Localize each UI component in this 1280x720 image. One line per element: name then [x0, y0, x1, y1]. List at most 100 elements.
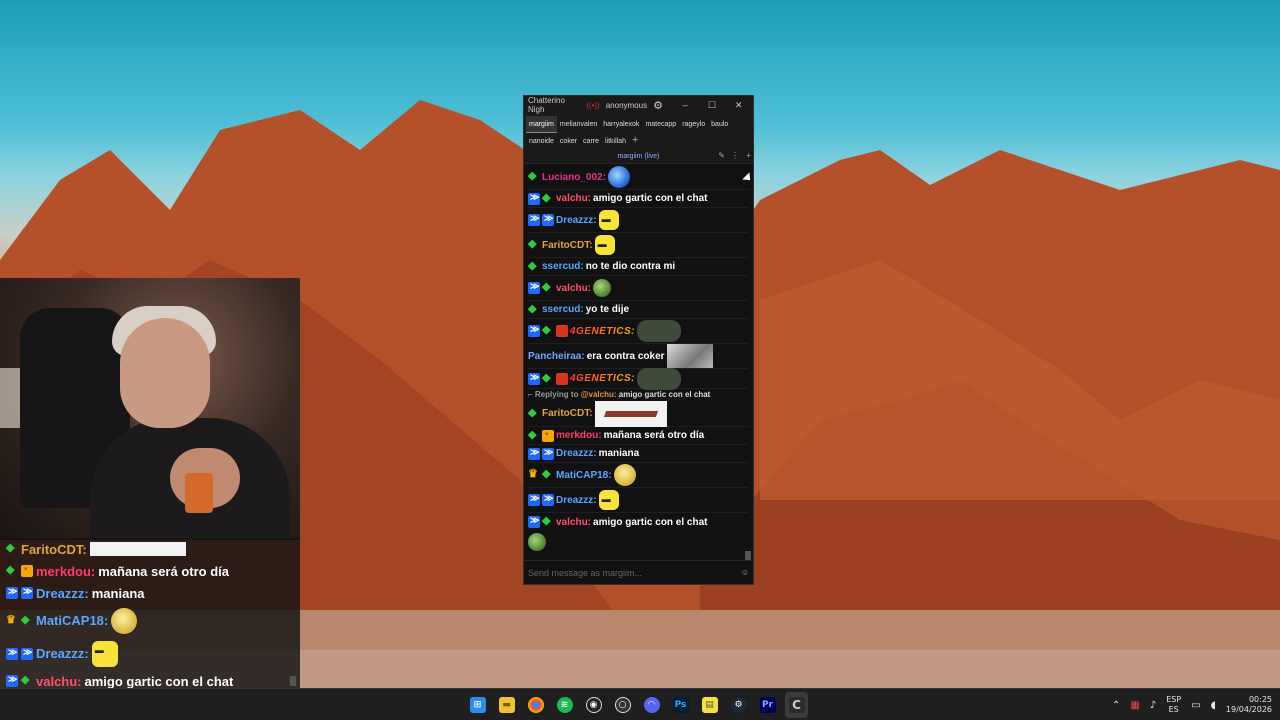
clock[interactable]: 00:25 19/04/2026: [1226, 695, 1272, 715]
reply-target[interactable]: @valchu:: [581, 390, 617, 399]
volume-icon[interactable]: ◖: [1211, 700, 1216, 711]
message-text: mañana será otro día: [603, 430, 705, 441]
message-text: no te dio contra mi: [585, 261, 676, 272]
webcam-feed: [0, 278, 300, 540]
username[interactable]: Dreazzz:: [556, 215, 597, 226]
flag-icon[interactable]: ▦: [1130, 700, 1139, 711]
chevron-up-icon[interactable]: ⌃: [1112, 700, 1120, 711]
minimize-button[interactable]: –: [675, 100, 696, 110]
emoji-icon[interactable]: ☺: [741, 568, 749, 577]
bench-emote-icon: [594, 400, 667, 427]
chat-message[interactable]: valchu:: [528, 276, 749, 301]
username[interactable]: ssercud:: [542, 261, 584, 272]
network-icon[interactable]: ▭: [1191, 700, 1200, 711]
reply-prefix: Replying to: [534, 390, 579, 399]
username[interactable]: 4GENETICS:: [570, 373, 635, 384]
file-explorer-icon[interactable]: ▬: [495, 692, 518, 718]
tab-rageylo[interactable]: rageylo: [679, 116, 708, 133]
taskbar: ⊞ ▬ ≋ ◉ ○ ◠ Ps ▤ ⚙ Pr C ⌃ ▦ ♪ ESP ES ▭ ◖…: [0, 688, 1280, 720]
crown-badge-icon: [6, 613, 18, 627]
add-split-icon[interactable]: +: [746, 151, 751, 160]
username[interactable]: ssercud:: [542, 304, 584, 315]
vip-badge-icon: [528, 259, 540, 273]
username[interactable]: FaritoCDT:: [542, 240, 593, 251]
reply-context[interactable]: ⌐ Replying to @valchu: amigo gartic con …: [528, 389, 749, 401]
username[interactable]: Luciano_002:: [542, 172, 606, 183]
tab-nanoide[interactable]: nanoide: [526, 133, 557, 150]
tab-harryalexok[interactable]: harryalexok: [600, 116, 642, 133]
microphone-icon[interactable]: ♪: [1150, 700, 1156, 711]
photoshop-icon[interactable]: Ps: [669, 692, 692, 718]
chat-message[interactable]: Luciano_002:: [528, 165, 749, 190]
chat-message[interactable]: MatiCAP18:: [528, 463, 749, 488]
windows-icon[interactable]: ⊞: [466, 692, 489, 718]
tab-baulo[interactable]: baulo: [708, 116, 731, 133]
chat-message[interactable]: 4GENETICS:: [528, 319, 749, 344]
discord-icon[interactable]: ◠: [640, 692, 663, 718]
username[interactable]: 4GENETICS:: [570, 326, 635, 337]
chat-scrollbar[interactable]: [745, 551, 751, 560]
moderation-icon[interactable]: ✎: [718, 151, 725, 160]
vip-badge-icon: [528, 428, 540, 442]
tab-litkillah[interactable]: litkillah: [602, 133, 629, 150]
username[interactable]: Dreazzz:: [556, 448, 597, 459]
prime-badge-icon: [528, 515, 540, 528]
username[interactable]: valchu:: [556, 193, 591, 204]
username[interactable]: merkdou:: [556, 430, 602, 441]
chat-message[interactable]: Pancheiraa: era contra coker: [528, 344, 749, 369]
cat-emote-icon: [637, 367, 682, 390]
chrome-icon[interactable]: [524, 692, 547, 718]
vip-badge-icon: [542, 191, 554, 205]
add-tab-button[interactable]: +: [629, 133, 641, 150]
chat-message[interactable]: Dreazzz:: [528, 208, 749, 233]
chat-message[interactable]: 4GENETICS:: [528, 367, 749, 390]
username[interactable]: valchu:: [556, 517, 591, 528]
photo-emote-icon: [666, 344, 713, 368]
premiere-icon[interactable]: Pr: [756, 692, 779, 718]
maximize-button[interactable]: ☐: [702, 100, 723, 111]
chat-message[interactable]: valchu: amigo gartic con el chat: [528, 190, 749, 208]
chat-message[interactable]: Dreazzz: maniana: [528, 445, 749, 463]
window-title: Chatterino Nigh: [528, 96, 565, 114]
tab-matecapp[interactable]: matecapp: [642, 116, 679, 133]
chatterino-icon[interactable]: C: [785, 692, 808, 718]
chat-message-continuation[interactable]: [528, 531, 749, 553]
live-icon[interactable]: ((•)): [586, 101, 599, 110]
steam-icon[interactable]: ⚙: [727, 692, 750, 718]
username[interactable]: Pancheiraa:: [528, 351, 585, 362]
obs-icon[interactable]: ◉: [582, 692, 605, 718]
username[interactable]: valchu:: [556, 283, 591, 294]
vip-badge-icon: [542, 280, 554, 294]
more-options-icon[interactable]: ⋮: [731, 151, 739, 160]
chat-message[interactable]: merkdou: mañana será otro día: [528, 427, 749, 445]
title-bar[interactable]: Chatterino Nigh ((•)) anonymous ⚙ – ☐ ✕: [524, 96, 753, 114]
chat-message[interactable]: ssercud: yo te dije: [528, 301, 749, 319]
message-list[interactable]: Luciano_002: valchu: amigo gartic con el…: [524, 165, 753, 558]
chat-message[interactable]: ssercud: no te dio contra mi: [528, 258, 749, 276]
gear-icon[interactable]: ⚙: [653, 99, 663, 112]
tab-carre[interactable]: carre: [580, 133, 602, 150]
message-input[interactable]: [528, 567, 741, 578]
account-name[interactable]: anonymous: [606, 101, 647, 110]
tab-margiim[interactable]: margiim: [526, 116, 557, 133]
chatterino-window: Chatterino Nigh ((•)) anonymous ⚙ – ☐ ✕ …: [523, 95, 754, 585]
close-button[interactable]: ✕: [728, 100, 749, 111]
language-code: ESP: [1166, 695, 1182, 704]
chat-message[interactable]: Dreazzz:: [528, 488, 749, 513]
tab-melianvalen[interactable]: melianvalen: [557, 116, 600, 133]
keyboard-code: ES: [1168, 705, 1179, 714]
recording-icon[interactable]: ○: [611, 692, 634, 718]
chat-message[interactable]: valchu: amigo gartic con el chat: [528, 513, 749, 531]
sticky-notes-icon[interactable]: ▤: [698, 692, 721, 718]
tab-coker[interactable]: coker: [557, 133, 580, 150]
username[interactable]: MatiCAP18:: [556, 470, 612, 481]
split-header[interactable]: margiim (live) ✎ ⋮ +: [524, 150, 753, 164]
chat-message[interactable]: FaritoCDT:: [528, 233, 749, 258]
username[interactable]: Dreazzz:: [556, 495, 597, 506]
vip-badge-icon: [542, 467, 554, 481]
input-language[interactable]: ESP ES: [1166, 695, 1181, 715]
chat-message[interactable]: FaritoCDT:: [528, 400, 749, 427]
message-text: maniana: [598, 448, 640, 459]
username[interactable]: FaritoCDT:: [542, 408, 593, 419]
spotify-icon[interactable]: ≋: [553, 692, 576, 718]
